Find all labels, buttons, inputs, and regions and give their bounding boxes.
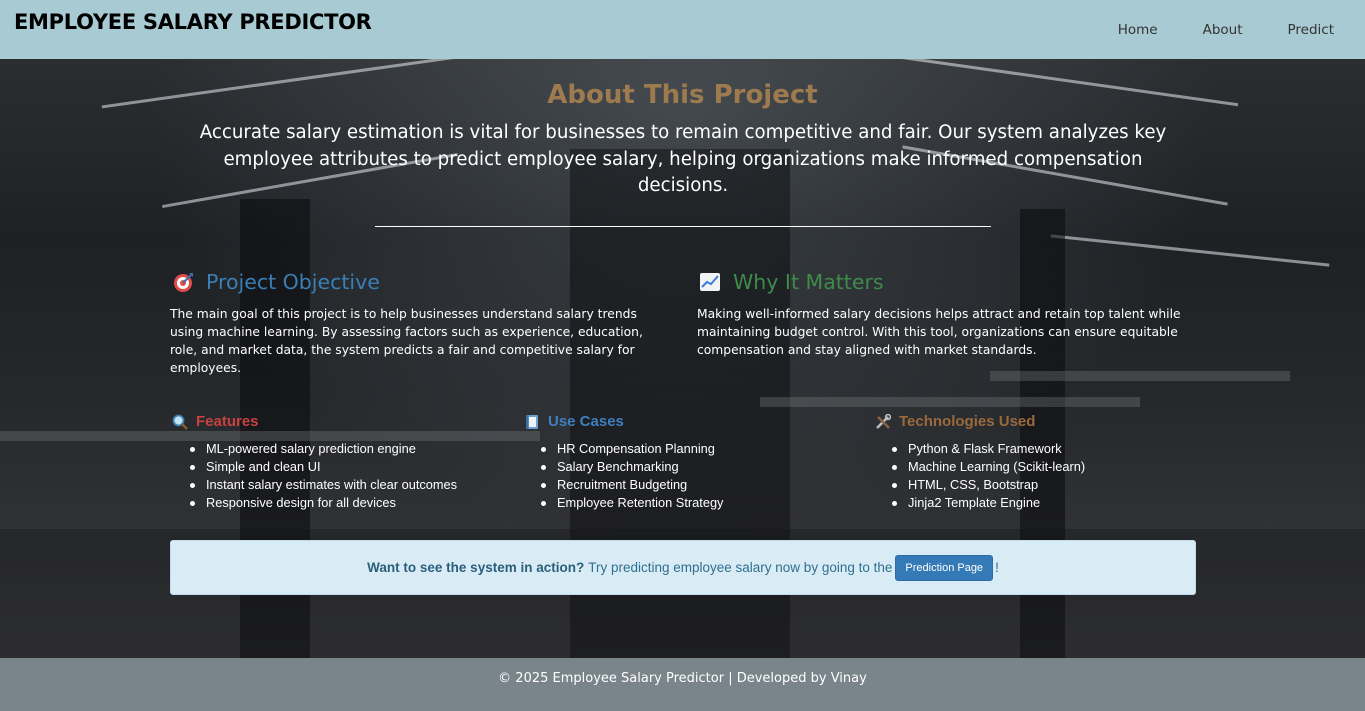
use-cases-title: Use Cases	[548, 413, 624, 430]
about-title: About This Project	[547, 80, 818, 110]
footer-text: © 2025 Employee Salary Predictor | Devel…	[498, 671, 867, 686]
technologies-heading: Technologies Used	[875, 413, 1035, 430]
nav-home-link[interactable]: Home	[1118, 22, 1158, 38]
use-cases-heading: Use Cases	[524, 413, 624, 430]
features-list: ML-powered salary prediction engine Simp…	[189, 440, 458, 512]
list-item: Machine Learning (Scikit-learn)	[891, 459, 1086, 474]
tools-icon	[875, 413, 892, 430]
objective-title: Project Objective	[206, 270, 380, 294]
list-item: HTML, CSS, Bootstrap	[891, 476, 1085, 494]
list-item: Salary Benchmarking	[540, 458, 723, 476]
why-text: Making well-informed salary decisions he…	[697, 307, 1181, 357]
technologies-list: Python & Flask Framework Machine Learnin…	[891, 440, 1086, 512]
footer: © 2025 Employee Salary Predictor | Devel…	[0, 658, 1365, 711]
ledger-icon	[524, 414, 540, 430]
features-heading: Features	[172, 413, 259, 430]
nav-about-link[interactable]: About	[1203, 22, 1243, 38]
list-item: HR Compensation Planning	[540, 440, 723, 458]
list-item: Simple and clean UI	[189, 458, 457, 476]
use-cases-list: HR Compensation Planning Salary Benchmar…	[540, 440, 724, 512]
cta-end-text: !	[995, 560, 999, 575]
list-item: Instant salary estimates with clear outc…	[189, 477, 458, 492]
about-hero-section: About This Project Accurate salary estim…	[0, 59, 1365, 658]
objective-text: The main goal of this project is to help…	[170, 307, 643, 375]
chart-increasing-icon	[699, 271, 721, 293]
navbar: EMPLOYEE SALARY PREDICTOR Home About Pre…	[0, 0, 1365, 59]
cta-text: Try predicting employee salary now by go…	[588, 560, 893, 575]
list-item: Jinja2 Template Engine	[891, 494, 1085, 512]
list-item: ML-powered salary prediction engine	[189, 440, 457, 458]
section-divider	[375, 226, 991, 227]
list-item: Responsive design for all devices	[189, 494, 457, 512]
technologies-title: Technologies Used	[899, 413, 1036, 430]
objective-heading: Project Objective	[172, 270, 380, 294]
call-to-action-banner: Want to see the system in action? Try pr…	[170, 540, 1196, 595]
brand-title[interactable]: EMPLOYEE SALARY PREDICTOR	[14, 10, 372, 34]
features-title: Features	[196, 413, 259, 430]
list-item: Employee Retention Strategy	[540, 495, 724, 510]
list-item: Recruitment Budgeting	[540, 476, 723, 494]
nav-predict-link[interactable]: Predict	[1288, 22, 1335, 38]
nav-links: Home About Predict	[1118, 22, 1365, 38]
list-item: Python & Flask Framework	[891, 440, 1085, 458]
target-icon	[172, 271, 194, 293]
prediction-page-button[interactable]: Prediction Page	[895, 554, 994, 581]
about-intro-text: Accurate salary estimation is vital for …	[199, 122, 1167, 196]
why-title: Why It Matters	[733, 270, 884, 294]
why-heading: Why It Matters	[699, 270, 884, 294]
magnifier-icon	[172, 414, 188, 430]
cta-lead-text: Want to see the system in action?	[367, 560, 585, 575]
